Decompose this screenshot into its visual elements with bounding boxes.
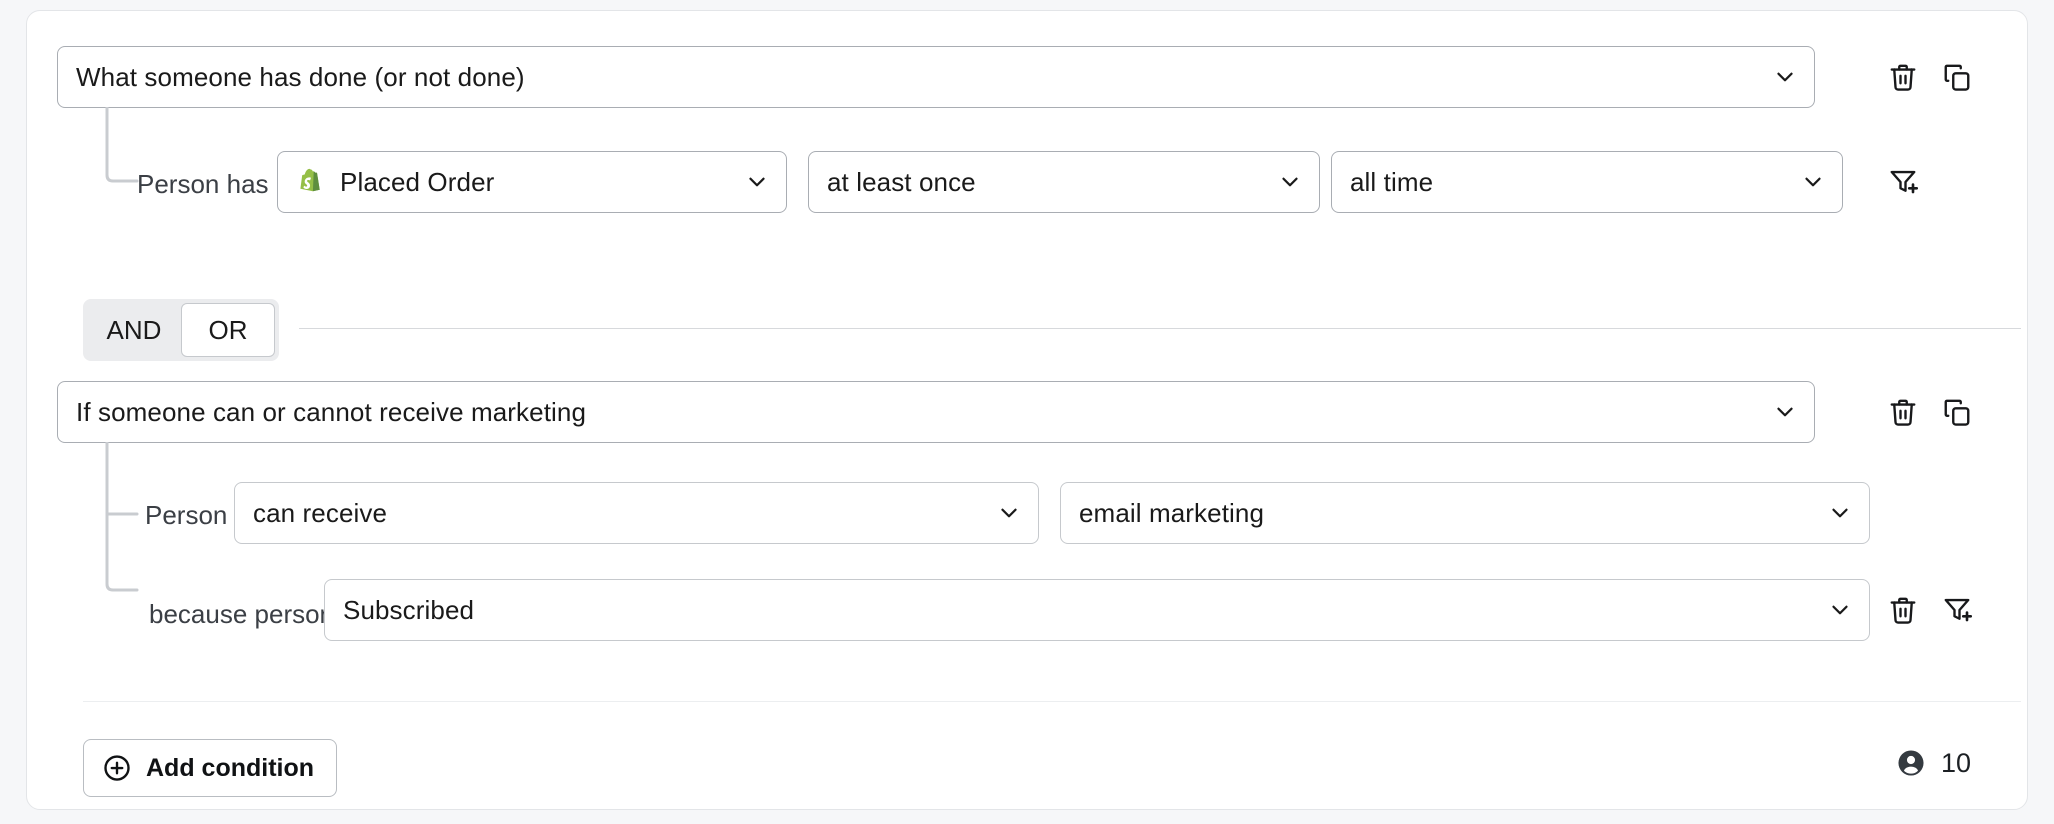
chevron-down-icon [744,169,770,195]
chevron-down-icon [1800,169,1826,195]
chevron-down-icon [1772,399,1798,425]
trash-icon [1888,397,1918,427]
duplicate-condition-button-1[interactable] [1937,57,1977,97]
consent-reason-value: Subscribed [343,595,1817,626]
audience-count-value: 10 [1941,750,1971,777]
condition-type-value-1: What someone has done (or not done) [76,62,1762,93]
audience-size: 10 [1895,747,1971,779]
consent-reason-select[interactable]: Subscribed [324,579,1870,641]
tree-connector-2 [103,442,143,602]
delete-condition-button-1[interactable] [1883,57,1923,97]
filter-plus-icon [1942,595,1972,625]
delete-row-button[interactable] [1883,590,1923,630]
consent-state-select[interactable]: can receive [234,482,1039,544]
trash-icon [1888,595,1918,625]
chevron-down-icon [1827,500,1853,526]
segment-builder-page: What someone has done (or not done) [0,0,2054,824]
and-or-toggle[interactable]: AND OR [83,299,279,361]
duplicate-condition-button-2[interactable] [1937,392,1977,432]
channel-value: email marketing [1079,498,1817,529]
frequency-value: at least once [827,167,1267,198]
row-label-person: Person [145,502,227,528]
person-icon [1895,747,1927,779]
filter-plus-icon [1888,167,1918,197]
plus-circle-icon [102,753,132,783]
trash-icon [1888,62,1918,92]
logic-divider [299,328,2021,329]
timeframe-value: all time [1350,167,1790,198]
chevron-down-icon [996,500,1022,526]
consent-state-value: can receive [253,498,986,529]
add-condition-label: Add condition [146,754,314,783]
add-filter-button-2[interactable] [1937,590,1977,630]
metric-value: Placed Order [340,167,734,198]
condition-type-value-2: If someone can or cannot receive marketi… [76,397,1762,428]
footer-divider [83,701,2021,702]
logic-option-and[interactable]: AND [87,303,181,357]
condition-type-select-1[interactable]: What someone has done (or not done) [57,46,1815,108]
condition-type-select-2[interactable]: If someone can or cannot receive marketi… [57,381,1815,443]
shopify-icon [296,167,326,197]
add-condition-button[interactable]: Add condition [83,739,337,797]
delete-condition-button-2[interactable] [1883,392,1923,432]
chevron-down-icon [1772,64,1798,90]
metric-select[interactable]: Placed Order [277,151,787,213]
logic-option-or[interactable]: OR [181,303,275,357]
chevron-down-icon [1277,169,1303,195]
row-label-person-has: Person has [137,171,269,197]
copy-icon [1942,397,1972,427]
timeframe-select[interactable]: all time [1331,151,1843,213]
copy-icon [1942,62,1972,92]
add-filter-button-1[interactable] [1883,162,1923,202]
segment-definition-card: What someone has done (or not done) [26,10,2028,810]
chevron-down-icon [1827,597,1853,623]
frequency-select[interactable]: at least once [808,151,1320,213]
row-label-because-person: because person [149,601,334,627]
channel-select[interactable]: email marketing [1060,482,1870,544]
